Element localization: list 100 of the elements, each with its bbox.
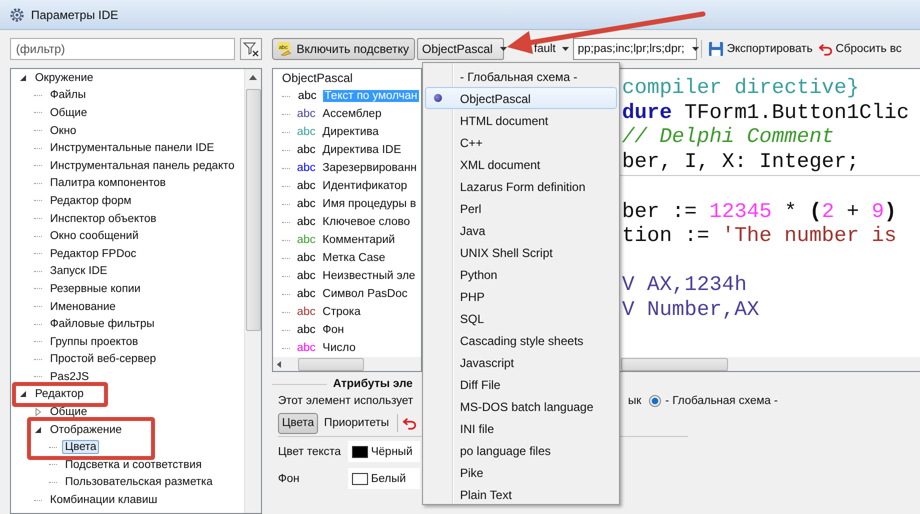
text-style-icon: abc: [295, 324, 318, 336]
menu-item[interactable]: C++: [425, 131, 617, 153]
field-label: Фон: [278, 472, 300, 484]
tree-item[interactable]: Резервные копии: [47, 282, 144, 296]
tree-item[interactable]: Простой веб-сервер: [47, 352, 160, 366]
tree-item[interactable]: Запуск IDE: [47, 264, 110, 278]
tree-item[interactable]: Пользовательская разметка: [62, 475, 216, 490]
menu-item[interactable]: Java: [425, 219, 617, 241]
tree-item[interactable]: Общие: [47, 405, 90, 420]
collapsed-icon[interactable]: [34, 408, 42, 416]
menu-item[interactable]: SQL: [425, 307, 617, 329]
tree-item[interactable]: Комбинации клавиш: [47, 493, 160, 508]
list-item[interactable]: Ключевое слово: [320, 216, 412, 228]
tree-item[interactable]: Окружение: [32, 70, 96, 85]
tree-item[interactable]: Отображение: [47, 422, 125, 437]
code-line: ber, I, X: Integer;: [622, 150, 860, 175]
menu-item[interactable]: INI file: [425, 417, 617, 439]
tree-item[interactable]: Окно: [47, 124, 80, 138]
list-item[interactable]: Комментарий: [320, 234, 397, 246]
tree-item[interactable]: Редактор: [32, 387, 87, 402]
color-combo[interactable]: Чёрный: [348, 441, 420, 462]
tab[interactable]: Цвета: [278, 412, 318, 434]
menu-item[interactable]: Plain Text: [425, 483, 617, 505]
section-title: Атрибуты эле: [333, 378, 413, 390]
list-item[interactable]: Директива IDE: [320, 144, 404, 156]
menu-item[interactable]: HTML document: [425, 109, 617, 131]
menu-item[interactable]: Cascading style sheets: [425, 329, 617, 351]
tree-item[interactable]: Инспектор объектов: [47, 212, 160, 226]
scrollbar[interactable]: [273, 357, 421, 371]
code-line: V AX,1234h: [622, 274, 748, 298]
tree-item[interactable]: Редактор FPDoc: [47, 246, 140, 261]
radio-button[interactable]: [649, 395, 662, 407]
list-item[interactable]: Зарезервированн: [320, 162, 419, 174]
menu-item[interactable]: po language files: [425, 439, 617, 461]
menu-item[interactable]: Python: [425, 263, 617, 285]
expanded-icon[interactable]: [19, 390, 27, 398]
list-item[interactable]: Идентификатор: [320, 180, 410, 192]
menu-item[interactable]: Perl: [425, 197, 617, 219]
menu-item[interactable]: XML document: [425, 153, 617, 175]
tree-item[interactable]: Инструментальные панели IDE: [47, 141, 218, 156]
list-item[interactable]: Символ PasDoc: [320, 288, 410, 300]
code-line: // Delphi Comment: [622, 126, 836, 150]
text-style-icon: abc: [295, 306, 318, 318]
menu-item[interactable]: Pike: [425, 461, 617, 483]
undo-icon[interactable]: [402, 416, 418, 430]
text-style-icon: abc: [295, 216, 318, 228]
tree-item[interactable]: Pas2JS: [47, 370, 92, 384]
scrollbar-thumb[interactable]: [621, 358, 728, 370]
tree-item[interactable]: Окно сообщений: [47, 229, 142, 244]
scrollbar[interactable]: [244, 69, 261, 513]
code-line: tion := 'The number is: [622, 225, 898, 250]
list-item[interactable]: Фон: [320, 324, 346, 336]
list-item[interactable]: Метка Case: [320, 252, 388, 264]
export-button[interactable]: Экспортировать: [706, 38, 815, 60]
filter-field[interactable]: (фильтр): [10, 38, 235, 60]
scheme-combo[interactable]: fault: [506, 38, 571, 60]
field-label: Цвет текста: [278, 446, 342, 458]
tree-item[interactable]: Цвета: [62, 440, 100, 454]
menu-item[interactable]: PHP: [425, 285, 617, 307]
menu-item[interactable]: - Глобальная схема -: [425, 65, 617, 87]
list-item[interactable]: Неизвестный эле: [320, 270, 418, 282]
extensions-combo[interactable]: pp;pas;inc;lpr;lrs;dpr;: [572, 38, 697, 60]
tree-item[interactable]: Редактор форм: [47, 194, 134, 208]
gear-icon: [9, 6, 25, 22]
radio-label[interactable]: - Глобальная схема -: [665, 395, 778, 407]
tree-item[interactable]: Файловые фильтры: [47, 317, 158, 332]
text-style-icon: abc: [295, 126, 318, 138]
code-line: V Number,AX: [622, 298, 760, 323]
list-item[interactable]: Строка: [320, 306, 363, 318]
menu-item[interactable]: UNIX Shell Script: [425, 241, 617, 263]
scrollbar-thumb[interactable]: [246, 89, 260, 331]
tree-item[interactable]: Палитра компонентов: [47, 176, 169, 190]
menu-item[interactable]: ObjectPascal: [425, 87, 617, 109]
expanded-icon[interactable]: [34, 426, 42, 434]
reset-button[interactable]: Сбросить вс: [816, 38, 904, 60]
color-name: Чёрный: [371, 446, 412, 458]
tab[interactable]: Приоритеты: [320, 412, 394, 434]
language-combo[interactable]: ObjectPascal: [417, 38, 504, 60]
menu-item[interactable]: Javascript: [425, 351, 617, 373]
list-item[interactable]: Имя процедуры в: [320, 198, 418, 210]
list-item[interactable]: Число: [320, 342, 358, 354]
clear-filter-button[interactable]: [240, 38, 262, 60]
menu-item[interactable]: Lazarus Form definition: [425, 175, 617, 197]
tree-item[interactable]: Именование: [47, 300, 119, 314]
tree-item[interactable]: Общие: [47, 106, 90, 120]
text-style-icon: abc: [295, 252, 318, 264]
menu-item[interactable]: Diff File: [425, 373, 617, 395]
color-combo[interactable]: Белый: [348, 468, 420, 489]
tree-item[interactable]: Подсветка и соответствия: [62, 458, 205, 472]
list-item[interactable]: Ассемблер: [320, 108, 384, 120]
list-item[interactable]: Директива: [320, 126, 381, 138]
scroll-left-icon[interactable]: [276, 360, 281, 368]
tree-item[interactable]: Группы проектов: [47, 334, 142, 349]
tree-item[interactable]: Инструментальная панель редакто: [47, 158, 238, 173]
expanded-icon[interactable]: [19, 74, 27, 82]
scroll-up-icon[interactable]: [249, 74, 257, 80]
color-name: Белый: [371, 472, 406, 484]
scrollbar-thumb[interactable]: [298, 358, 364, 370]
menu-item[interactable]: MS-DOS batch language: [425, 395, 617, 417]
tree-item[interactable]: Файлы: [47, 88, 89, 102]
